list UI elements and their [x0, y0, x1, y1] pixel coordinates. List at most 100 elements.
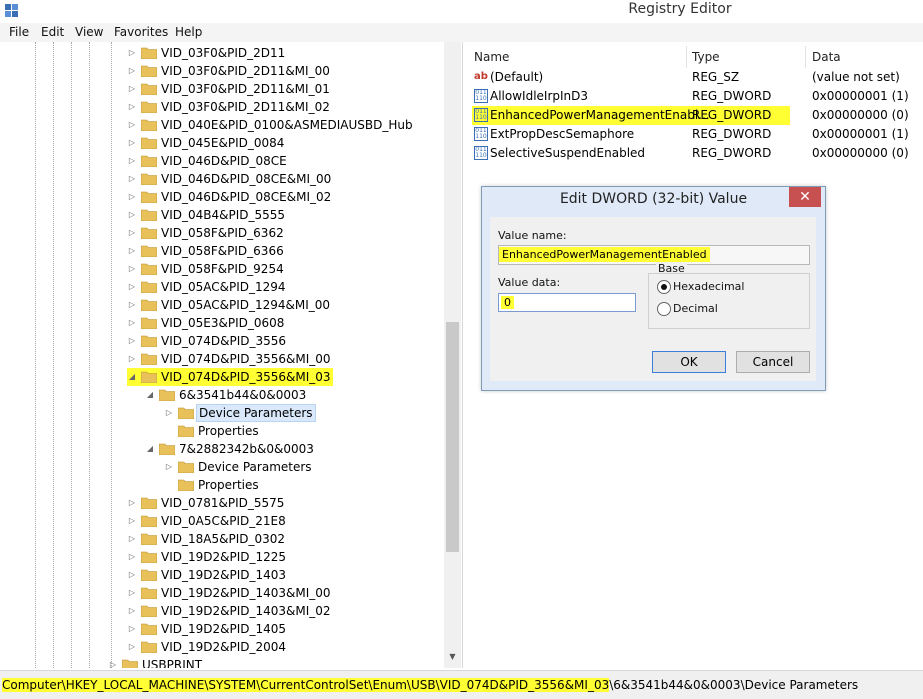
value-row[interactable]: 011 110 AllowIdleIrpInD3 REG_DWORD 0x000000…	[466, 87, 923, 106]
tree-item[interactable]: ▷ VID_18A5&PID_0302	[127, 530, 440, 548]
tree-item[interactable]: ▷ VID_05AC&PID_1294	[127, 278, 440, 296]
expand-arrow-icon[interactable]: ▷	[127, 332, 137, 350]
tree-item[interactable]: ▷ VID_04B4&PID_5555	[127, 206, 440, 224]
expand-arrow-icon[interactable]: ▷	[164, 404, 174, 422]
tree-item[interactable]: ▷ USBPRINT	[108, 656, 440, 668]
decimal-radio[interactable]	[657, 302, 671, 316]
tree-item[interactable]: ▷ VID_19D2&PID_1405	[127, 620, 440, 638]
expand-arrow-icon[interactable]: ▷	[127, 170, 137, 188]
tree-item[interactable]: ▷ VID_03F0&PID_2D11&MI_01	[127, 80, 440, 98]
value-row[interactable]: ab (Default) REG_SZ (value not set)	[466, 68, 923, 87]
tree-item[interactable]: Properties	[164, 476, 440, 494]
expand-arrow-icon[interactable]: ▷	[127, 494, 137, 512]
collapse-arrow-icon[interactable]: ◢	[127, 368, 137, 386]
tree-item[interactable]: ◢ VID_074D&PID_3556&MI_03	[127, 368, 440, 386]
folder-icon	[141, 118, 157, 131]
expand-arrow-icon[interactable]: ▷	[164, 458, 174, 476]
expand-arrow-icon[interactable]: ▷	[127, 512, 137, 530]
hexadecimal-label[interactable]: Hexadecimal	[673, 280, 744, 293]
expand-arrow-icon[interactable]: ▷	[127, 620, 137, 638]
column-header-type[interactable]: Type	[692, 46, 720, 68]
value-data-input[interactable]: 0	[498, 293, 636, 312]
expand-arrow-icon[interactable]: ▷	[108, 656, 118, 668]
expand-arrow-icon[interactable]: ▷	[127, 224, 137, 242]
collapse-arrow-icon[interactable]: ◢	[145, 440, 155, 458]
expand-arrow-icon[interactable]: ▷	[127, 566, 137, 584]
expand-arrow-icon[interactable]: ▷	[127, 116, 137, 134]
menu-view[interactable]: View	[75, 23, 103, 42]
tree-item[interactable]: ▷ VID_05AC&PID_1294&MI_00	[127, 296, 440, 314]
expand-arrow-icon[interactable]: ▷	[127, 134, 137, 152]
expand-arrow-icon[interactable]: ▷	[127, 350, 137, 368]
tree-item[interactable]: ▷ VID_074D&PID_3556	[127, 332, 440, 350]
tree-item[interactable]: ▷ VID_046D&PID_08CE&MI_00	[127, 170, 440, 188]
decimal-label[interactable]: Decimal	[673, 302, 718, 315]
scroll-down-arrow-icon[interactable]: ▼	[446, 650, 459, 664]
value-row[interactable]: 011 110 ExtPropDescSemaphore REG_DWORD 0x00…	[466, 125, 923, 144]
folder-icon	[141, 514, 157, 527]
tree-item[interactable]: ▷ VID_058F&PID_6362	[127, 224, 440, 242]
menu-favorites[interactable]: Favorites	[114, 23, 168, 42]
tree-item[interactable]: ▷ VID_19D2&PID_1403&MI_02	[127, 602, 440, 620]
tree-item[interactable]: ▷ VID_19D2&PID_1403	[127, 566, 440, 584]
hexadecimal-radio[interactable]	[657, 280, 671, 294]
column-divider[interactable]	[805, 46, 806, 68]
tree-item[interactable]: ▷ VID_0781&PID_5575	[127, 494, 440, 512]
menu-help[interactable]: Help	[175, 23, 202, 42]
tree-item[interactable]: ◢ 7&2882342b&0&0003	[145, 440, 440, 458]
expand-arrow-icon[interactable]: ▷	[127, 602, 137, 620]
expand-arrow-icon[interactable]: ▷	[127, 638, 137, 656]
expand-arrow-icon[interactable]: ▷	[127, 278, 137, 296]
tree-item[interactable]: ▷ VID_03F0&PID_2D11&MI_02	[127, 98, 440, 116]
column-header-data[interactable]: Data	[812, 46, 841, 68]
tree-item[interactable]: ▷ VID_058F&PID_6366	[127, 242, 440, 260]
collapse-arrow-icon[interactable]: ◢	[145, 386, 155, 404]
tree-scrollbar[interactable]: ▼	[444, 42, 461, 668]
expand-arrow-icon[interactable]: ▷	[127, 98, 137, 116]
close-icon[interactable]: ✕	[789, 187, 821, 207]
tree-item[interactable]: ▷ VID_19D2&PID_1225	[127, 548, 440, 566]
menu-edit[interactable]: Edit	[41, 23, 64, 42]
expand-arrow-icon[interactable]: ▷	[127, 206, 137, 224]
expand-arrow-icon[interactable]: ▷	[127, 314, 137, 332]
expand-arrow-icon[interactable]: ▷	[127, 296, 137, 314]
expand-arrow-icon[interactable]: ▷	[127, 62, 137, 80]
column-divider[interactable]	[686, 46, 687, 68]
tree-item[interactable]: ▷ VID_19D2&PID_2004	[127, 638, 440, 656]
tree-item[interactable]: ▷ VID_046D&PID_08CE&MI_02	[127, 188, 440, 206]
expand-arrow-icon[interactable]: ▷	[127, 242, 137, 260]
tree-scrollbar-thumb[interactable]	[446, 322, 459, 552]
tree-item[interactable]: ▷ VID_040E&PID_0100&ASMEDIAUSBD_Hub	[127, 116, 440, 134]
menu-file[interactable]: File	[9, 23, 29, 42]
expand-arrow-icon[interactable]: ▷	[127, 548, 137, 566]
tree-guide-line	[53, 42, 54, 668]
tree-item[interactable]: ▷ VID_19D2&PID_1403&MI_00	[127, 584, 440, 602]
tree-item[interactable]: ▷ VID_074D&PID_3556&MI_00	[127, 350, 440, 368]
tree-item[interactable]: ▷ VID_05E3&PID_0608	[127, 314, 440, 332]
value-type: REG_SZ	[692, 70, 740, 84]
expand-arrow-icon[interactable]: ▷	[127, 44, 137, 62]
column-header-name[interactable]: Name	[474, 46, 509, 68]
ok-button[interactable]: OK	[652, 351, 726, 373]
expand-arrow-icon[interactable]: ▷	[127, 80, 137, 98]
tree-item[interactable]: ▷ VID_0A5C&PID_21E8	[127, 512, 440, 530]
tree-item[interactable]: ▷ VID_058F&PID_9254	[127, 260, 440, 278]
cancel-button[interactable]: Cancel	[736, 351, 810, 373]
expand-arrow-icon[interactable]: ▷	[127, 152, 137, 170]
tree-item[interactable]: ▷ VID_046D&PID_08CE	[127, 152, 440, 170]
registry-tree[interactable]: ▷ VID_03F0&PID_2D11 ▷ VID_03F0&PID_2D11&MI_…	[0, 42, 463, 668]
tree-item[interactable]: ▷ VID_045E&PID_0084	[127, 134, 440, 152]
tree-item[interactable]: ▷ VID_03F0&PID_2D11&MI_00	[127, 62, 440, 80]
tree-item[interactable]: ▷ Device Parameters	[164, 458, 440, 476]
folder-icon	[141, 352, 157, 365]
expand-arrow-icon[interactable]: ▷	[127, 530, 137, 548]
expand-arrow-icon[interactable]: ▷	[127, 584, 137, 602]
tree-item[interactable]: Properties	[164, 422, 440, 440]
expand-arrow-icon[interactable]: ▷	[127, 260, 137, 278]
tree-item[interactable]: ▷ Device Parameters	[164, 404, 440, 422]
value-row[interactable]: 011 110 SelectiveSuspendEnabled REG_DWORD 0…	[466, 144, 923, 163]
tree-item[interactable]: ◢ 6&3541b44&0&0003	[145, 386, 440, 404]
tree-item[interactable]: ▷ VID_03F0&PID_2D11	[127, 44, 440, 62]
expand-arrow-icon[interactable]: ▷	[127, 188, 137, 206]
value-row[interactable]: 011 110 EnhancedPowerManagementEnabl... RE…	[466, 106, 923, 125]
